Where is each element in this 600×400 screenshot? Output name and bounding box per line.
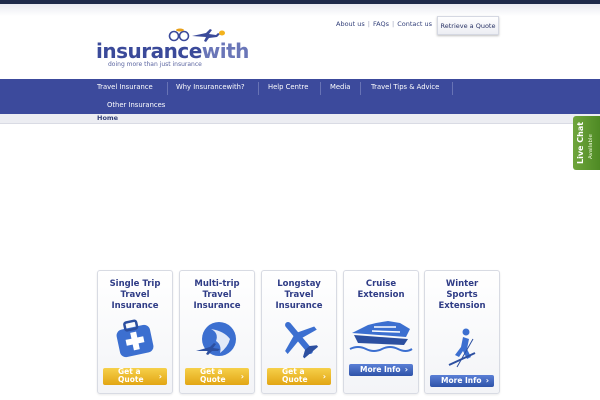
top-gradient <box>0 4 600 16</box>
more-info-button[interactable]: More Info › <box>430 375 494 387</box>
card-title: Single Trip Travel Insurance <box>109 279 161 311</box>
chevron-right-icon: › <box>404 365 408 374</box>
nav-divider <box>360 82 361 95</box>
nav-why-insurancewith[interactable]: Why Insurancewith? <box>176 83 245 91</box>
product-card-cruise: Cruise Extension More Info › <box>343 270 419 394</box>
chevron-right-icon: › <box>240 372 244 381</box>
main-navigation: Travel Insurance Why Insurancewith? Help… <box>0 79 600 114</box>
card-title: Multi-trip Travel Insurance <box>193 279 241 311</box>
airplane-icon <box>285 321 319 359</box>
get-a-quote-button[interactable]: Get a Quote › <box>185 368 249 385</box>
more-info-button[interactable]: More Info › <box>349 364 413 376</box>
medical-bag-icon <box>116 319 154 358</box>
retrieve-quote-button[interactable]: Retrieve a Quote <box>437 16 499 35</box>
chevron-right-icon: › <box>158 372 162 381</box>
product-card-multi-trip: Multi-trip Travel Insurance Get a Quote › <box>179 270 255 394</box>
card-title: Winter Sports Extension <box>438 279 486 311</box>
nav-other-insurances[interactable]: Other Insurances <box>107 101 165 109</box>
nav-travel-tips[interactable]: Travel Tips & Advice <box>371 83 439 91</box>
globe-plane-icon <box>196 322 236 356</box>
live-chat-status: Available <box>588 134 594 159</box>
nav-divider <box>452 82 453 95</box>
nav-travel-insurance[interactable]: Travel Insurance <box>97 83 153 91</box>
contact-us-link[interactable]: Contact us <box>394 20 435 28</box>
nav-media[interactable]: Media <box>330 83 350 91</box>
nav-divider <box>320 82 321 95</box>
card-title: Longstay Travel Insurance <box>275 279 323 311</box>
chevron-right-icon: › <box>485 376 489 385</box>
product-card-single-trip: Single Trip Travel Insurance Get a Quote … <box>97 270 173 394</box>
logo-wordmark: insurancewith <box>96 39 249 63</box>
utility-links: About us | FAQs | Contact us <box>333 20 435 28</box>
chevron-right-icon: › <box>322 372 326 381</box>
faqs-link[interactable]: FAQs <box>370 20 392 28</box>
nav-help-centre[interactable]: Help Centre <box>268 83 308 91</box>
get-a-quote-button[interactable]: Get a Quote › <box>103 368 167 385</box>
about-us-link[interactable]: About us <box>333 20 368 28</box>
logo-tagline: doing more than just insurance <box>108 61 202 68</box>
live-chat-tab[interactable]: Live Chat Available <box>573 116 600 170</box>
card-title: Cruise Extension <box>357 279 405 300</box>
cruise-ship-icon <box>349 321 413 352</box>
live-chat-title: Live Chat <box>576 121 585 164</box>
product-card-longstay: Longstay Travel Insurance Get a Quote › <box>261 270 337 394</box>
nav-divider <box>258 82 259 95</box>
breadcrumb-home[interactable]: Home <box>97 114 118 122</box>
breadcrumb-bar <box>0 114 600 124</box>
nav-divider <box>167 82 168 95</box>
get-a-quote-button[interactable]: Get a Quote › <box>267 368 331 385</box>
site-logo[interactable]: insurancewith doing more than just insur… <box>96 27 249 72</box>
skier-icon <box>448 328 476 368</box>
product-card-winter-sports: Winter Sports Extension More Info › <box>424 270 500 394</box>
